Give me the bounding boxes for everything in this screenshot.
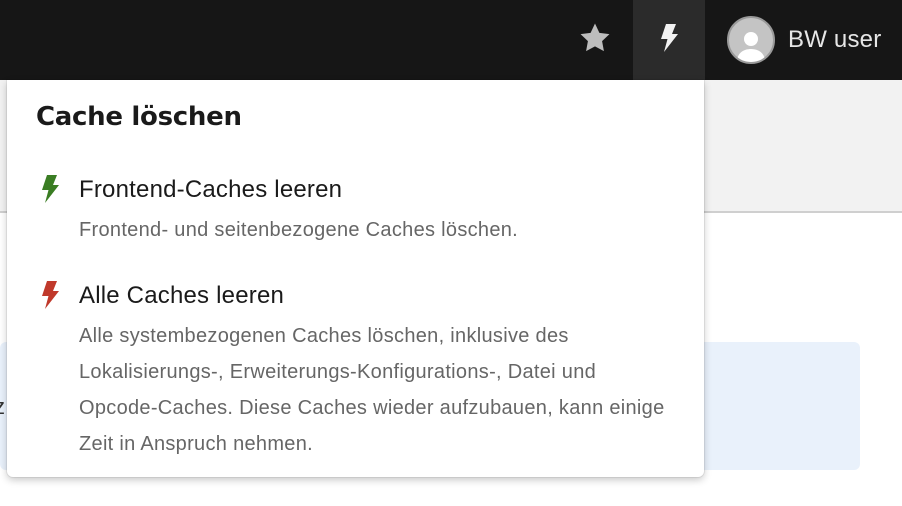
clear-cache-button[interactable] [633, 0, 705, 80]
dropdown-title: Cache löschen [36, 102, 242, 132]
menu-item-description: Alle systembezogenen Caches löschen, ink… [79, 325, 665, 455]
star-icon [578, 21, 612, 60]
bookmarks-button[interactable] [562, 0, 628, 80]
top-toolbar: BW user [0, 0, 902, 80]
menu-item-description: Frontend- und seitenbezogene Caches lösc… [79, 219, 519, 241]
bolt-red-icon [40, 280, 60, 310]
menu-item-label: Alle Caches leeren [79, 282, 285, 309]
bolt-green-icon [40, 174, 60, 204]
user-menu-button[interactable]: BW user [718, 0, 902, 80]
flush-all-caches-item[interactable]: Alle Caches leeren Alle systembezogenen … [7, 274, 704, 458]
clear-cache-dropdown: Cache löschen Frontend-Caches leeren Fro… [7, 80, 704, 477]
bolt-icon [659, 23, 679, 58]
menu-item-label: Frontend-Caches leeren [79, 176, 343, 203]
user-avatar-icon [727, 16, 775, 64]
flush-frontend-caches-item[interactable]: Frontend-Caches leeren Frontend- und sei… [7, 168, 704, 244]
background-text-fragment: z [0, 394, 5, 420]
user-name: BW user [788, 26, 882, 53]
